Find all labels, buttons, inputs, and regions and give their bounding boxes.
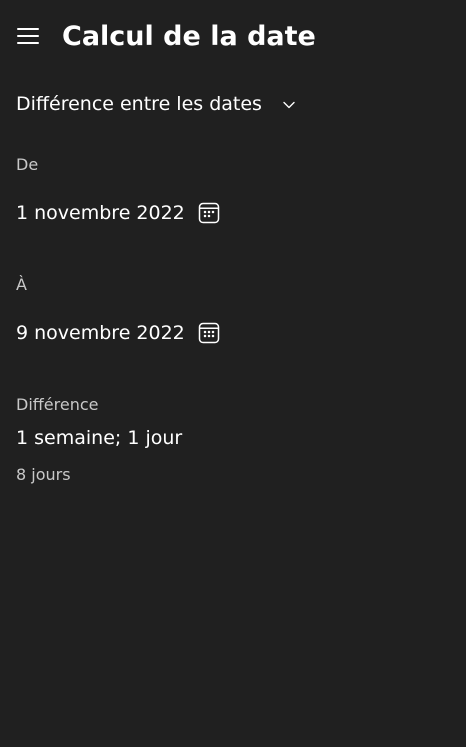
to-label: À [16,275,27,294]
from-date-value: 1 novembre 2022 [16,202,185,224]
difference-label: Différence [16,395,99,414]
calendar-icon [197,321,221,345]
app-header: Calcul de la date [0,0,466,74]
to-date-picker[interactable]: 9 novembre 2022 [6,313,231,353]
from-label: De [16,155,39,174]
difference-days: 8 jours [16,465,71,484]
to-date-value: 9 novembre 2022 [16,322,185,344]
calculation-mode-dropdown[interactable]: Différence entre les dates [6,84,306,124]
hamburger-menu-icon [17,28,39,44]
chevron-down-icon [282,97,296,111]
calendar-icon [197,201,221,225]
from-date-picker[interactable]: 1 novembre 2022 [6,193,231,233]
page-title: Calcul de la date [62,21,316,52]
navigation-menu-button[interactable] [10,18,46,54]
calculation-mode-label: Différence entre les dates [16,93,262,115]
difference-result: 1 semaine; 1 jour [16,427,183,449]
